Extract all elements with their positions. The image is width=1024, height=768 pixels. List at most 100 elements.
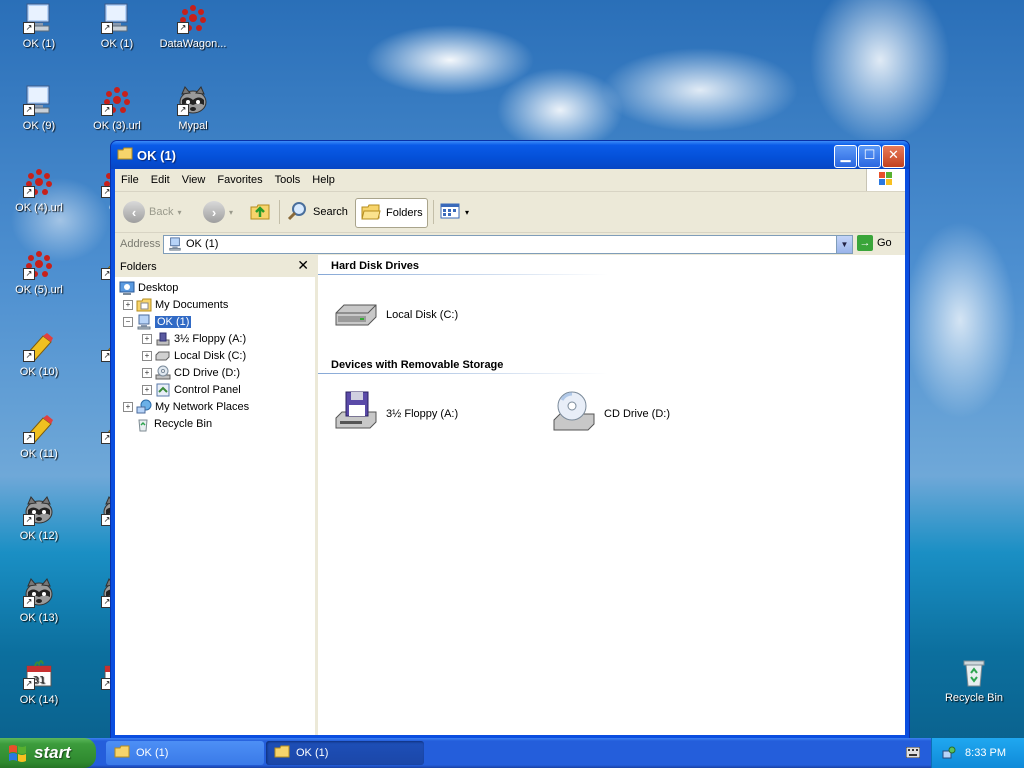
desktop-icon[interactable]: ↗ OK (4).url [1,166,77,214]
address-input[interactable]: OK (1) ▼ [163,235,853,254]
folders-icon [360,201,382,226]
desktop-icon-label: OK (1) [100,38,134,50]
minimize-button[interactable]: ▁ [834,145,857,168]
tree-item-local-disk[interactable]: + Local Disk (C:) [142,348,246,364]
desktop-icon [119,280,135,296]
address-dropdown-button[interactable]: ▼ [836,236,852,253]
cd-drive-icon [155,365,171,381]
folder-tree: Desktop + My Documents − OK (1) + 3½ Flo… [115,277,315,735]
desktop-icon[interactable]: ↗ OK (3).url [79,84,155,132]
pencil-icon: ↗ [23,330,55,362]
tree-label-selected: OK (1) [155,316,192,328]
keyboard-icon[interactable] [905,746,921,759]
forward-arrow-icon: › [203,201,225,223]
folder-up-icon [249,200,271,225]
maximize-icon: ☐ [863,148,876,163]
desktop-icon-label: DataWagon... [159,38,227,50]
up-button[interactable] [249,198,271,226]
tree-item-floppy[interactable]: + 3½ Floppy (A:) [142,331,246,347]
views-button[interactable]: ▾ [439,198,469,226]
collapse-icon[interactable]: − [123,317,133,327]
tree-item-recycle[interactable]: Recycle Bin [135,416,212,432]
desktop-icon[interactable]: ↗ OK (12) [1,494,77,542]
menu-edit[interactable]: Edit [145,169,176,186]
drive-item-floppy[interactable]: 3½ Floppy (A:) [332,388,458,439]
folder-icon [114,745,130,762]
shortcut-arrow-icon: ↗ [23,350,35,362]
views-icon [439,200,461,225]
close-button[interactable]: ✕ [882,145,905,168]
folder-icon [117,147,133,161]
expand-icon[interactable]: + [142,351,152,361]
start-label: start [34,743,71,762]
shortcut-arrow-icon: ↗ [23,432,35,444]
start-button[interactable]: start [0,738,96,768]
desktop-icon[interactable]: ↗ DataWagon... [155,2,231,50]
tree-item-control-panel[interactable]: + Control Panel [142,382,241,398]
folders-button[interactable]: Folders [355,198,428,228]
forward-button[interactable]: › ▾ [203,198,233,226]
menu-view[interactable]: View [176,169,212,186]
expand-icon[interactable]: + [142,368,152,378]
recycle-bin-icon [135,416,151,432]
group-header-removable: Devices with Removable Storage [331,359,504,371]
menu-favorites[interactable]: Favorites [211,169,268,186]
shortcut-arrow-icon: ↗ [23,104,35,116]
tree-item-network[interactable]: + My Network Places [123,399,249,415]
desktop-icon[interactable]: 31 ↗ OK (14) [1,658,77,706]
menu-tools[interactable]: Tools [269,169,307,186]
drive-item-cd-drive[interactable]: CD Drive (D:) [550,388,670,439]
group-divider [318,373,608,374]
expand-icon[interactable]: + [123,402,133,412]
folders-pane-header: Folders ✕ [115,255,315,277]
desktop-icon[interactable]: ↗ Mypal [155,84,231,132]
computer-icon [136,314,152,330]
desktop-icon[interactable]: ↗ OK (11) [1,412,77,460]
expand-icon[interactable]: + [142,385,152,395]
group-divider [318,274,608,275]
desktop-icon[interactable]: ↗ OK (9) [1,84,77,132]
desktop-icon[interactable]: ↗ OK (1) [1,2,77,50]
desktop-icon-label: OK (11) [20,448,58,460]
shortcut-arrow-icon: ↗ [23,596,35,608]
back-arrow-icon: ‹ [123,201,145,223]
expand-icon[interactable]: + [142,334,152,344]
window-titlebar[interactable]: OK (1) ▁ ☐ ✕ [111,141,909,169]
close-icon: ✕ [888,148,899,163]
search-button[interactable]: Search [287,198,348,226]
tree-label: Desktop [138,282,179,294]
tree-item-cd-drive[interactable]: + CD Drive (D:) [142,365,240,381]
expand-icon[interactable]: + [123,300,133,310]
desktop-icon[interactable]: ↗ OK (5).url [1,248,77,296]
tree-item-desktop[interactable]: Desktop [119,280,178,296]
group-header-hdd: Hard Disk Drives [331,260,420,272]
floppy-drive-icon [155,331,171,347]
shortcut-arrow-icon: ↗ [101,104,113,116]
clock[interactable]: 8:33 PM [965,747,1006,759]
tree-item-my-documents[interactable]: + My Documents [123,297,228,313]
go-arrow-icon: → [857,235,873,251]
recycle-bin-icon [958,656,990,688]
content-pane: Hard Disk Drives Local Disk (C:) Devices… [318,255,905,735]
tree-label: Control Panel [174,384,241,396]
desktop-recycle-bin[interactable]: Recycle Bin [936,656,1012,704]
tree-item-ok1[interactable]: − OK (1) [123,314,192,330]
floppy-drive-icon [332,388,380,439]
drive-item-local-disk[interactable]: Local Disk (C:) [332,289,458,340]
go-button[interactable]: → Go [857,235,892,251]
menu-help[interactable]: Help [306,169,341,186]
desktop-icon[interactable]: ↗ OK (10) [1,330,77,378]
search-label: Search [313,206,348,218]
desktop-icon[interactable]: ↗ OK (1) [79,2,155,50]
network-status-icon[interactable] [942,746,956,760]
desktop-icon[interactable]: ↗ OK (13) [1,576,77,624]
maximize-button[interactable]: ☐ [858,145,881,168]
back-button[interactable]: ‹ Back ▾ [123,198,181,226]
views-dropdown-icon: ▾ [465,207,470,217]
close-pane-icon[interactable]: ✕ [297,257,309,274]
taskbar-button-1[interactable]: OK (1) [106,741,264,765]
menu-file[interactable]: File [115,169,145,186]
taskbar-button-2[interactable]: OK (1) [266,741,424,765]
computer-icon: ↗ [23,2,55,34]
web-icon: ↗ [101,84,133,116]
